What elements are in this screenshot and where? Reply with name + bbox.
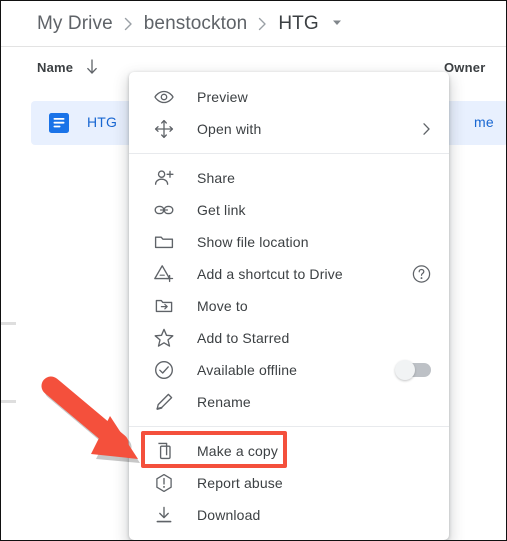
- menu-item-get-link[interactable]: Get link: [129, 194, 449, 226]
- arrow-down-icon[interactable]: [85, 58, 99, 81]
- breadcrumb-item-my-drive[interactable]: My Drive: [37, 13, 113, 35]
- open-with-icon: [153, 118, 175, 140]
- folder-icon: [153, 231, 175, 253]
- menu-item-add-shortcut-to-drive[interactable]: Add a shortcut to Drive: [129, 258, 449, 290]
- available-offline-toggle[interactable]: [395, 360, 431, 380]
- add-shortcut-icon: [153, 263, 175, 285]
- link-icon: [153, 199, 175, 221]
- drive-file-context-menu-screenshot: My Drive benstockton HTG Name Owner HTG …: [0, 0, 507, 541]
- menu-item-open-with[interactable]: Open with: [129, 113, 449, 145]
- menu-item-label: Move to: [197, 298, 248, 314]
- menu-item-label: Report abuse: [197, 475, 283, 491]
- breadcrumb: My Drive benstockton HTG: [1, 1, 506, 47]
- menu-divider: [129, 153, 449, 154]
- menu-item-available-offline[interactable]: Available offline: [129, 354, 449, 386]
- file-owner-label: me: [474, 114, 494, 130]
- edge-artifact: [1, 400, 16, 403]
- report-abuse-icon: [153, 472, 175, 494]
- menu-item-make-a-copy[interactable]: Make a copy: [129, 431, 449, 468]
- breadcrumb-item-benstockton[interactable]: benstockton: [144, 13, 248, 35]
- menu-item-label: Show file location: [197, 234, 309, 250]
- chevron-right-icon[interactable]: [422, 122, 431, 136]
- column-header-name[interactable]: Name: [37, 60, 73, 75]
- offline-check-icon: [153, 359, 175, 381]
- caret-down-icon[interactable]: [331, 15, 343, 33]
- edge-artifact: [1, 322, 16, 325]
- menu-item-download[interactable]: Download: [129, 499, 449, 531]
- menu-item-report-abuse[interactable]: Report abuse: [129, 467, 449, 499]
- menu-item-label: Rename: [197, 394, 251, 410]
- menu-item-label: Available offline: [197, 362, 298, 378]
- person-add-icon: [153, 167, 175, 189]
- eye-icon: [153, 86, 175, 108]
- menu-item-label: Add a shortcut to Drive: [197, 266, 343, 282]
- menu-item-label: Make a copy: [197, 443, 279, 459]
- menu-divider: [129, 426, 449, 427]
- pencil-icon: [153, 391, 175, 413]
- star-icon: [153, 327, 175, 349]
- menu-item-share[interactable]: Share: [129, 162, 449, 194]
- menu-item-label: Get link: [197, 202, 246, 218]
- menu-item-label: Share: [197, 170, 236, 186]
- file-name-label[interactable]: HTG: [87, 114, 117, 130]
- toggle-thumb: [395, 360, 415, 380]
- menu-item-label: Add to Starred: [197, 330, 290, 346]
- google-docs-icon: [48, 112, 70, 134]
- chevron-right-icon: [124, 17, 133, 31]
- column-header-owner[interactable]: Owner: [444, 60, 485, 75]
- chevron-right-icon: [258, 17, 267, 31]
- move-to-icon: [153, 295, 175, 317]
- menu-item-rename[interactable]: Rename: [129, 386, 449, 418]
- context-menu[interactable]: Preview Open with Share Get link Show fi…: [129, 72, 449, 540]
- menu-item-move-to[interactable]: Move to: [129, 290, 449, 322]
- download-icon: [153, 504, 175, 526]
- toggle-track: [395, 360, 431, 380]
- menu-item-show-file-location[interactable]: Show file location: [129, 226, 449, 258]
- menu-item-add-to-starred[interactable]: Add to Starred: [129, 322, 449, 354]
- copy-icon: [153, 440, 175, 462]
- breadcrumb-item-htg[interactable]: HTG: [278, 13, 318, 35]
- menu-item-label: Open with: [197, 121, 262, 137]
- menu-item-label: Download: [197, 507, 261, 523]
- menu-item-label: Preview: [197, 89, 248, 105]
- menu-item-preview[interactable]: Preview: [129, 81, 449, 113]
- help-icon[interactable]: [412, 265, 431, 284]
